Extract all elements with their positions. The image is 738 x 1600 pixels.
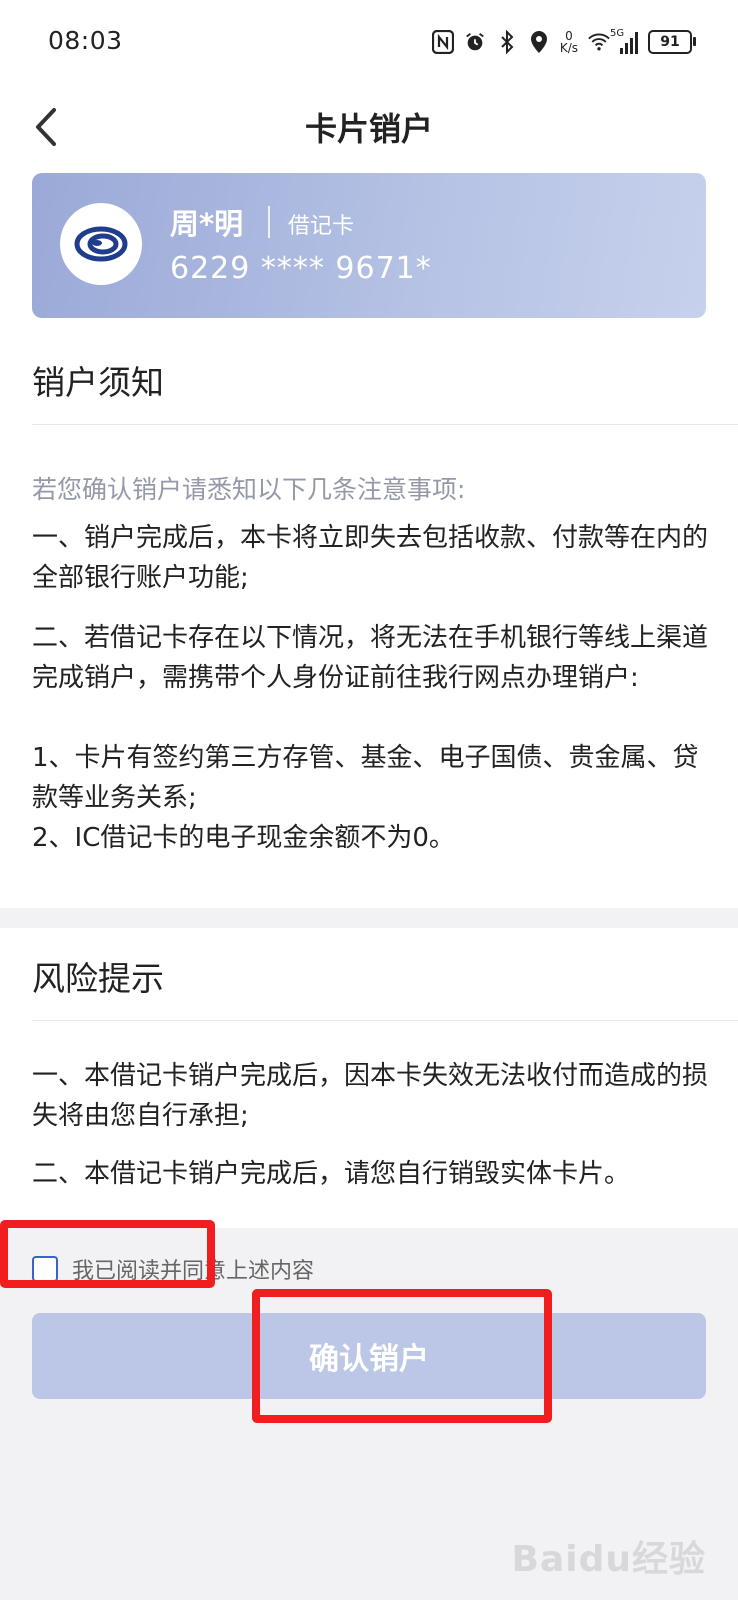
notice-intro: 若您确认销户请悉知以下几条注意事项: bbox=[32, 475, 466, 504]
card-closure-page: 08:03 0 K/s 5G 91 卡片销户 周*明 借记卡 6229 ****… bbox=[0, 0, 738, 1600]
divider bbox=[32, 424, 738, 425]
annotation-box-button bbox=[252, 1289, 552, 1423]
annotation-box-checkbox bbox=[0, 1220, 215, 1288]
status-bar: 08:03 0 K/s 5G 91 bbox=[0, 0, 738, 84]
notice-paragraph-2: 二、若借记卡存在以下情况，将无法在手机银行等线上渠道完成销户，需携带个人身份证前… bbox=[32, 623, 709, 693]
watermark: Baidu经验 bbox=[511, 1539, 706, 1580]
notice-item-1: 1、卡片有签约第三方存管、基金、电子国债、贵金属、贷款等业务关系; bbox=[32, 743, 699, 813]
bank-logo-icon bbox=[74, 226, 128, 262]
divider bbox=[32, 1020, 738, 1021]
status-time: 08:03 bbox=[48, 26, 123, 55]
notice-section: 周*明 借记卡 6229 **** 9671* 销户须知 若您确认销户请悉知以下… bbox=[0, 170, 738, 908]
card-type: 借记卡 bbox=[288, 214, 355, 239]
wifi-icon bbox=[588, 29, 610, 55]
card-number: 6229 **** 9671* bbox=[170, 251, 432, 286]
page-title: 卡片销户 bbox=[304, 110, 433, 148]
notice-paragraph-1: 一、销户完成后，本卡将立即失去包括收款、付款等在内的全部银行账户功能; bbox=[32, 523, 709, 593]
signal-icon: 5G bbox=[610, 28, 638, 54]
status-icons: 0 K/s 5G 91 bbox=[431, 22, 696, 62]
risk-paragraph-1: 一、本借记卡销户完成后，因本卡失效无法收付而造成的损失将由您自行承担; bbox=[32, 1061, 709, 1131]
bank-card: 周*明 借记卡 6229 **** 9671* bbox=[32, 173, 706, 318]
signal-label: 5G bbox=[610, 28, 625, 39]
card-holder-name: 周*明 bbox=[170, 207, 244, 241]
bank-logo bbox=[60, 203, 142, 285]
battery-icon: 91 bbox=[648, 30, 696, 54]
card-divider bbox=[268, 206, 270, 238]
nfc-icon bbox=[431, 29, 454, 55]
notice-item-2: 2、IC借记卡的电子现金余额不为0。 bbox=[32, 823, 455, 853]
bluetooth-icon bbox=[496, 29, 518, 55]
location-icon bbox=[528, 29, 550, 55]
notice-title: 销户须知 bbox=[32, 363, 164, 402]
nav-header: 卡片销户 bbox=[0, 84, 738, 170]
net-speed-unit: K/s bbox=[559, 41, 578, 55]
net-speed: 0 K/s bbox=[560, 30, 578, 54]
alarm-icon bbox=[464, 29, 486, 55]
risk-section: 风险提示 一、本借记卡销户完成后，因本卡失效无法收付而造成的损失将由您自行承担;… bbox=[0, 928, 738, 1228]
risk-paragraph-2: 二、本借记卡销户完成后，请您自行销毁实体卡片。 bbox=[32, 1159, 631, 1189]
risk-title: 风险提示 bbox=[32, 959, 164, 998]
